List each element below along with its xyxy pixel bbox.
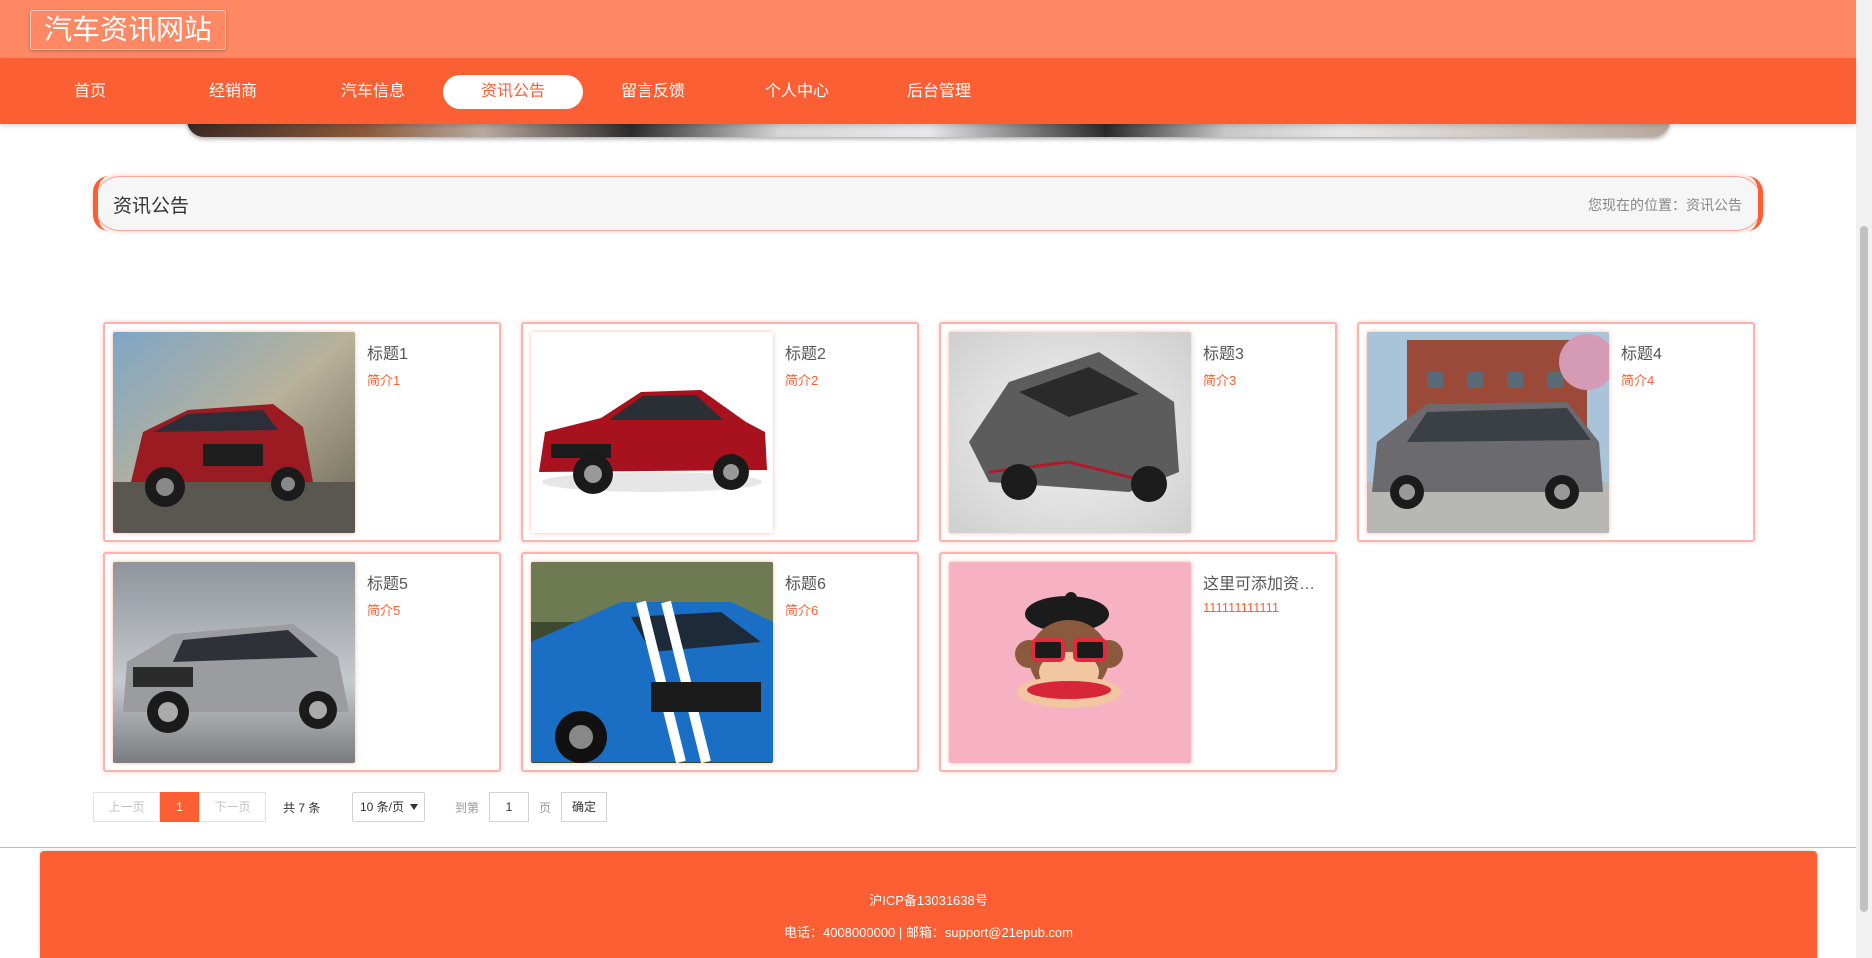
news-card[interactable]: 标题3 简介3 (939, 322, 1337, 542)
nav-item-admin[interactable]: 后台管理 (869, 75, 1009, 109)
news-title[interactable]: 标题6 (785, 570, 913, 594)
page-1-button[interactable]: 1 (160, 792, 199, 822)
news-title[interactable]: 这里可添加资讯公告 (1203, 570, 1331, 594)
page-size-value: 10 条/页 (360, 800, 405, 814)
red-sedan-image[interactable] (531, 332, 773, 533)
nav-item-home[interactable]: 首页 (20, 75, 160, 109)
prev-page-button[interactable]: 上一页 (93, 792, 160, 822)
footer-icp: 沪ICP备13031638号 (869, 893, 988, 908)
news-summary: 简介4 (1621, 373, 1655, 388)
blue-muscle-car-image[interactable] (531, 562, 773, 763)
news-title[interactable]: 标题3 (1203, 340, 1331, 364)
site-title[interactable]: 汽车资讯网站 (30, 10, 226, 50)
nav-item-user-center[interactable]: 个人中心 (727, 75, 867, 109)
main-nav: 首页 经销商 汽车信息 资讯公告 留言反馈 个人中心 后台管理 (0, 58, 1856, 124)
news-card[interactable]: 标题2 简介2 (521, 322, 919, 542)
next-page-button[interactable]: 下一页 (199, 792, 266, 822)
top-header-bar: 汽车资讯网站 (0, 0, 1856, 58)
nav-item-dealers[interactable]: 经销商 (163, 75, 303, 109)
total-count: 共 7 条 (283, 801, 321, 815)
silver-suv-image[interactable] (113, 562, 355, 763)
news-title[interactable]: 标题1 (367, 340, 495, 364)
goto-prefix-label: 到第 (455, 801, 480, 815)
footer: 沪ICP备13031638号 电话：4008000000 | 邮箱：suppor… (40, 851, 1817, 958)
news-card[interactable]: 标题5 简介5 (103, 552, 501, 772)
footer-contact: 电话：4008000000 | 邮箱：support@21epub.com (783, 925, 1073, 940)
scrollbar-thumb[interactable] (1860, 226, 1868, 912)
red-suv-image[interactable] (113, 332, 355, 533)
goto-suffix-label: 页 (539, 801, 552, 815)
news-summary: 简介1 (367, 373, 401, 388)
news-summary: 简介6 (785, 603, 819, 618)
gray-minivan-image[interactable] (1367, 332, 1609, 533)
nav-item-car-info[interactable]: 汽车信息 (303, 75, 443, 109)
goto-confirm-button[interactable]: 确定 (561, 792, 607, 822)
news-summary: 简介2 (785, 373, 819, 388)
news-card[interactable]: 这里可添加资讯公告 111111111111 (939, 552, 1337, 772)
footer-divider (0, 847, 1856, 848)
news-summary: 111111111111 (1203, 600, 1280, 615)
section-header: 资讯公告 您现在的位置：资讯公告 (93, 176, 1763, 231)
nav-item-feedback[interactable]: 留言反馈 (583, 75, 723, 109)
news-title[interactable]: 标题5 (367, 570, 495, 594)
news-summary: 简介5 (367, 603, 401, 618)
news-card[interactable]: 标题4 简介4 (1357, 322, 1755, 542)
section-header-right-accent (1747, 176, 1763, 231)
section-header-left-accent (93, 176, 109, 231)
news-summary: 简介3 (1203, 373, 1237, 388)
news-title[interactable]: 标题4 (1621, 340, 1749, 364)
goto-page-input[interactable]: 1 (489, 792, 529, 822)
news-title[interactable]: 标题2 (785, 340, 913, 364)
section-title: 资讯公告 (113, 196, 190, 217)
nav-item-news[interactable]: 资讯公告 (443, 75, 583, 109)
page-size-select[interactable]: 10 条/页 (352, 792, 425, 822)
breadcrumb: 您现在的位置：资讯公告 (1588, 197, 1742, 213)
chevron-down-icon (410, 804, 418, 810)
news-card[interactable]: 标题1 简介1 (103, 322, 501, 542)
page-scrollbar[interactable] (1856, 0, 1872, 958)
gray-supercar-image[interactable] (949, 332, 1191, 533)
news-card[interactable]: 标题6 简介6 (521, 552, 919, 772)
monkey-avatar-image[interactable] (949, 562, 1191, 763)
